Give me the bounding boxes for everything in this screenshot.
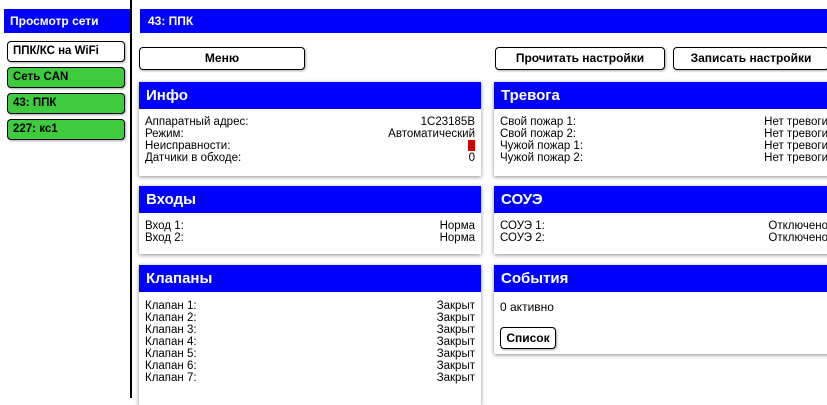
events-panel-title: События	[494, 265, 827, 292]
menu-button[interactable]: Меню	[139, 47, 305, 70]
sidebar: Просмотр сети ППК/КС на WiFi Сеть CAN 43…	[0, 0, 132, 398]
info-row: Аппаратный адрес: 1C23185B	[145, 116, 475, 128]
soue-row: СОУЭ 1: Отключено	[500, 220, 827, 232]
write-settings-button[interactable]: Записать настройки	[673, 47, 827, 70]
alarm-row: Свой пожар 1: Нет тревоги	[500, 116, 827, 128]
soue-row: СОУЭ 2: Отключено	[500, 232, 827, 244]
valve-row: Клапан 7: Закрыт	[145, 372, 475, 384]
inputs-panel: Входы Вход 1: Норма Вход 2: Норма	[139, 186, 481, 254]
alarm-row: Чужой пожар 1: Нет тревоги	[500, 140, 827, 152]
soue-panel-title: СОУЭ	[494, 186, 827, 213]
input-row: Вход 2: Норма	[145, 232, 475, 244]
read-settings-button[interactable]: Прочитать настройки	[495, 47, 665, 70]
inputs-panel-title: Входы	[139, 186, 481, 213]
info-row: Неисправности:	[145, 140, 475, 152]
valve-row: Клапан 6: Закрыт	[145, 360, 475, 372]
valves-panel-title: Клапаны	[139, 265, 481, 292]
info-row: Датчики в обходе: 0	[145, 152, 475, 164]
page-title: 43: ППК	[140, 9, 827, 33]
valve-row: Клапан 5: Закрыт	[145, 348, 475, 360]
alarm-row: Чужой пожар 2: Нет тревоги	[500, 152, 827, 164]
events-status: 0 активно	[500, 300, 554, 314]
valve-row: Клапан 2: Закрыт	[145, 312, 475, 324]
alarm-panel: Тревога Свой пожар 1: Нет тревоги Свой по…	[494, 82, 827, 176]
alarm-panel-title: Тревога	[494, 82, 827, 109]
input-row: Вход 1: Норма	[145, 220, 475, 232]
events-list-button[interactable]: Список	[500, 327, 556, 349]
sidebar-title: Просмотр сети	[4, 9, 130, 33]
events-panel: События 0 активно Список	[494, 265, 827, 354]
soue-panel: СОУЭ СОУЭ 1: Отключено СОУЭ 2: Отключено	[494, 186, 827, 254]
sidebar-item-wifi[interactable]: ППК/КС на WiFi	[7, 41, 125, 62]
valve-row: Клапан 3: Закрыт	[145, 324, 475, 336]
sidebar-item-device-43[interactable]: 43: ППК	[7, 93, 125, 114]
valve-row: Клапан 4: Закрыт	[145, 336, 475, 348]
info-panel: Инфо Аппаратный адрес: 1C23185B Режим: Авт…	[139, 82, 481, 176]
sidebar-item-device-227[interactable]: 227: кс1	[7, 119, 125, 140]
sidebar-item-can-network[interactable]: Сеть CAN	[7, 67, 125, 88]
fault-indicator	[468, 140, 475, 152]
valve-row: Клапан 1: Закрыт	[145, 300, 475, 312]
alarm-row: Свой пожар 2: Нет тревоги	[500, 128, 827, 140]
valves-panel: Клапаны Клапан 1: Закрыт Клапан 2: Закрыт …	[139, 265, 481, 405]
info-panel-title: Инфо	[139, 82, 481, 109]
info-row: Режим: Автоматический	[145, 128, 475, 140]
